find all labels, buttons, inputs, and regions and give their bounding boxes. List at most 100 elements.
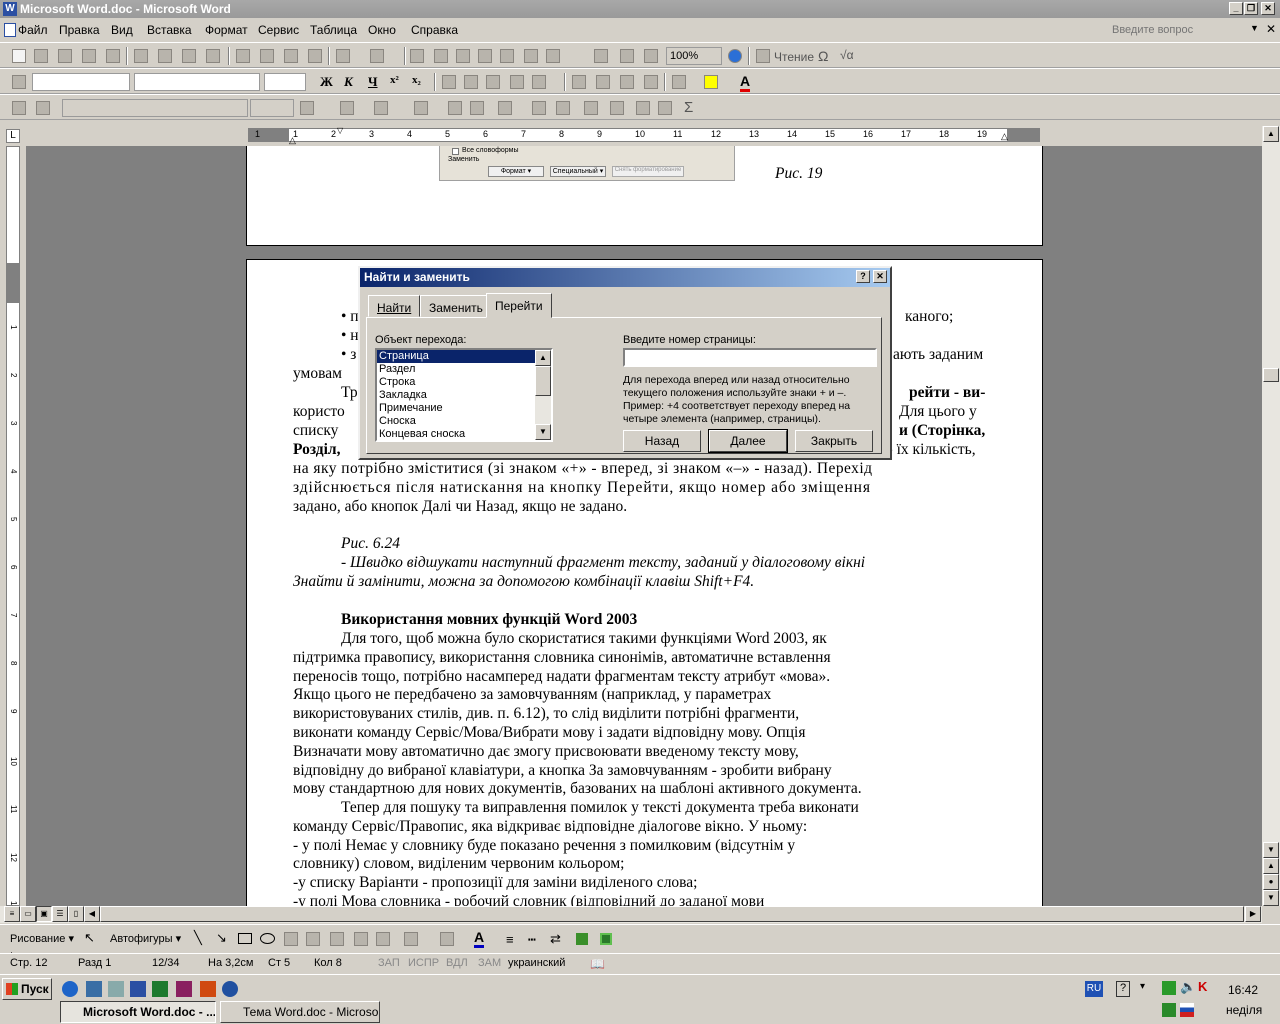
tab-find[interactable]: Найти: [368, 295, 421, 317]
style-combo[interactable]: [32, 73, 130, 91]
justify-icon[interactable]: [510, 75, 524, 89]
doc-map-icon[interactable]: [546, 49, 560, 63]
close-window-button[interactable]: ✕: [1261, 2, 1275, 15]
object-list-item[interactable]: Концевая сноска: [377, 428, 551, 440]
vertical-scrollbar[interactable]: ▲ ▼ ▲ ● ▼: [1262, 126, 1280, 906]
help-tray-icon[interactable]: ?: [1116, 981, 1130, 997]
show-marks-icon[interactable]: [594, 49, 608, 63]
prev-page-icon[interactable]: ▲: [1263, 858, 1279, 874]
menu-view[interactable]: Вид: [111, 23, 133, 37]
calc-quicklaunch-icon[interactable]: [108, 981, 124, 997]
superscript-icon[interactable]: x²: [390, 74, 399, 86]
read-mode-icon[interactable]: [756, 49, 770, 63]
volume-tray-icon[interactable]: 🔈: [1180, 979, 1196, 995]
doc-icon[interactable]: [4, 23, 16, 37]
permission-icon[interactable]: [82, 49, 96, 63]
autosum-icon[interactable]: Σ: [684, 99, 693, 116]
hscroll-left-icon[interactable]: ◀: [84, 906, 100, 922]
language-indicator[interactable]: RU: [1085, 981, 1103, 997]
menu-file[interactable]: Файл: [18, 23, 48, 37]
reading-view-icon[interactable]: ▯: [68, 906, 84, 922]
new-doc-icon[interactable]: [12, 49, 26, 63]
border-icon[interactable]: [672, 75, 686, 89]
insert-excel-icon[interactable]: [478, 49, 492, 63]
print-icon[interactable]: [134, 49, 148, 63]
tab-selector-icon[interactable]: L: [6, 129, 20, 143]
menu-table[interactable]: Таблица: [310, 23, 357, 37]
3d-icon[interactable]: [600, 933, 612, 945]
object-list-item[interactable]: Примечание: [377, 402, 551, 415]
align-left-icon[interactable]: [442, 75, 456, 89]
align-right-icon[interactable]: [486, 75, 500, 89]
object-list[interactable]: Страница Раздел Строка Закладка Примечание Сн…: [375, 348, 553, 442]
close-button[interactable]: Закрыть: [795, 430, 873, 452]
normal-view-icon[interactable]: ≡: [4, 906, 20, 922]
object-list-item[interactable]: Закладка: [377, 389, 551, 402]
draw-table-icon[interactable]: [12, 101, 26, 115]
symbol-icon[interactable]: Ω: [818, 48, 828, 64]
vertical-ruler[interactable]: 123456789101112131415: [6, 146, 20, 1006]
select-objects-icon[interactable]: ↖: [84, 930, 95, 946]
help-dropdown-icon[interactable]: ▼: [1250, 23, 1259, 33]
dialog-close-button[interactable]: ✕: [873, 270, 887, 283]
doc-close-icon[interactable]: ✕: [1266, 22, 1276, 36]
bold-button[interactable]: Ж: [320, 74, 333, 90]
email-icon[interactable]: [106, 49, 120, 63]
autoformat-icon[interactable]: [584, 101, 598, 115]
underline-button[interactable]: Ч: [368, 74, 378, 90]
save-icon[interactable]: [58, 49, 72, 63]
undo-icon[interactable]: [336, 49, 350, 63]
align-center-icon[interactable]: [464, 75, 478, 89]
diagram-icon[interactable]: [330, 932, 344, 946]
tab-goto[interactable]: Перейти: [486, 293, 552, 318]
vscroll-down-icon[interactable]: ▼: [1263, 842, 1279, 858]
dash-style-icon[interactable]: ┅: [528, 932, 536, 948]
scroll-thumb[interactable]: [535, 366, 551, 396]
format-painter-icon[interactable]: [308, 49, 322, 63]
font-color-draw-icon[interactable]: A: [474, 929, 485, 948]
right-indent-marker[interactable]: △: [1001, 131, 1008, 142]
paragraph-icon[interactable]: [620, 49, 634, 63]
status-ext[interactable]: ВДЛ: [446, 957, 468, 969]
sort-desc-icon[interactable]: [658, 101, 672, 115]
horizontal-scrollbar[interactable]: ≡ ▭ ▣ ☰ ▯ ◀ ▶: [0, 906, 1262, 923]
vscroll-up-icon[interactable]: ▲: [1263, 126, 1279, 142]
vscroll-thumb[interactable]: [1263, 368, 1279, 382]
antivirus-tray-icon[interactable]: K: [1198, 979, 1207, 994]
menu-help[interactable]: Справка: [411, 23, 458, 37]
redo-icon[interactable]: [370, 49, 384, 63]
flag-tray-icon[interactable]: [1180, 1003, 1194, 1017]
insert-table-menu-icon[interactable]: [414, 101, 428, 115]
spelling-icon[interactable]: [182, 49, 196, 63]
text-direction-icon[interactable]: [610, 101, 624, 115]
wordart-icon[interactable]: [306, 932, 320, 946]
autoshapes-menu[interactable]: Автофигуры ▾: [110, 932, 181, 945]
spelling-status-icon[interactable]: 📖: [590, 957, 605, 971]
decrease-indent-icon[interactable]: [620, 75, 634, 89]
help-icon[interactable]: [728, 49, 742, 63]
minimize-button[interactable]: _: [1229, 2, 1243, 15]
next-page-icon[interactable]: ▼: [1263, 890, 1279, 906]
object-list-item[interactable]: Раздел: [377, 363, 551, 376]
web-view-icon[interactable]: ▭: [20, 906, 36, 922]
menu-insert[interactable]: Вставка: [147, 23, 192, 37]
cut-icon[interactable]: [236, 49, 250, 63]
drawing-menu[interactable]: Рисование ▾: [10, 932, 74, 945]
start-button[interactable]: Пуск: [2, 978, 52, 1000]
hscroll-thumb[interactable]: [100, 906, 1244, 922]
network-tray-icon[interactable]: [1162, 981, 1176, 995]
menu-window[interactable]: Окно: [368, 23, 396, 37]
menu-format[interactable]: Формат: [205, 23, 248, 37]
access-quicklaunch-icon[interactable]: [176, 981, 192, 997]
highlight-icon[interactable]: [704, 75, 718, 89]
open-icon[interactable]: [34, 49, 48, 63]
clock-time[interactable]: 16:42: [1228, 983, 1258, 997]
print-layout-icon[interactable]: ▣: [36, 906, 52, 922]
tables-borders-icon[interactable]: [434, 49, 448, 63]
excel-quicklaunch-icon[interactable]: [152, 981, 168, 997]
read-mode-label[interactable]: Чтение: [774, 50, 814, 64]
status-track[interactable]: ИСПР: [408, 957, 439, 969]
italic-button[interactable]: К: [344, 74, 353, 90]
picture-icon[interactable]: [376, 932, 390, 946]
ie-quicklaunch-icon[interactable]: [62, 981, 78, 997]
